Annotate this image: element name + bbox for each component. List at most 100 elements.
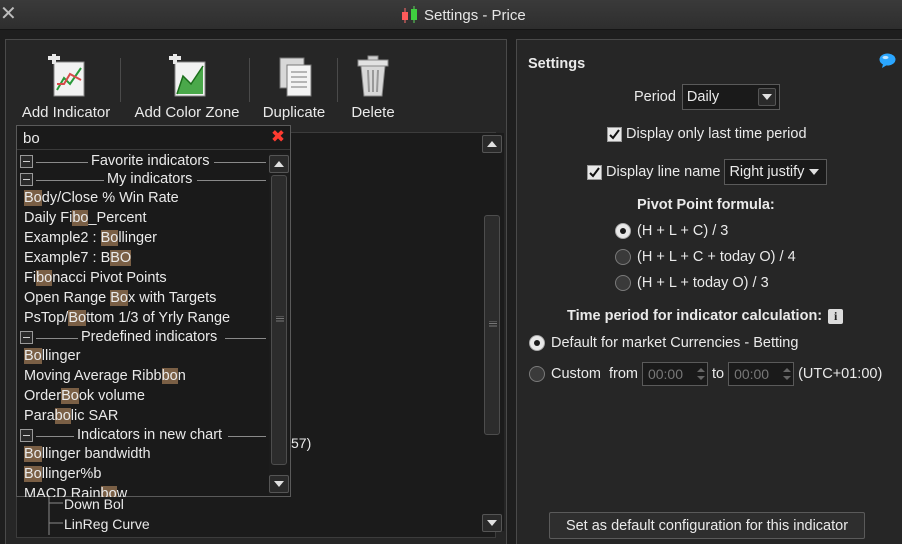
info-icon[interactable]: i <box>828 308 844 324</box>
pivot-heading-text: Pivot Point formula: <box>637 197 775 213</box>
period-value: Daily <box>686 89 720 105</box>
pivot-option[interactable]: (H + L + C) / 3 <box>615 223 728 239</box>
candlestick-icon <box>402 6 417 23</box>
indicator-list-item[interactable]: Bollinger%b <box>24 466 101 486</box>
set-default-button[interactable]: Set as default configuration for this in… <box>549 512 865 539</box>
add-indicator-label: Add Indicator <box>21 104 111 121</box>
pivot-option[interactable]: (H + L + C + today O) / 4 <box>615 249 796 265</box>
indicator-list-item[interactable]: Daily Fibo_Percent <box>24 210 147 230</box>
from-time-input[interactable]: 00:00 <box>641 362 708 386</box>
indicator-list-item[interactable]: Example2 : Bollinger <box>24 230 157 250</box>
tree-item-linreg-curve[interactable]: LinReg Curve <box>64 516 150 532</box>
radio-button[interactable] <box>529 335 545 351</box>
search-input[interactable] <box>23 128 263 148</box>
item-text: Para <box>24 408 55 424</box>
delete-label: Delete <box>351 104 395 121</box>
close-icon[interactable]: ✕ <box>0 3 17 25</box>
search-match-highlight: Bo <box>100 230 119 246</box>
tree-partial-text: 57) <box>291 435 312 451</box>
add-color-zone-button[interactable]: Add Color Zone <box>134 54 240 122</box>
help-bubble-icon[interactable] <box>879 53 896 68</box>
tree-item-down-bol[interactable]: Down Bol <box>64 496 124 512</box>
line-name-label: Display line name <box>606 164 721 180</box>
search-match-highlight: Bo <box>61 388 79 404</box>
group-my-indicators[interactable]: My indicators <box>17 171 269 189</box>
default-option-label: Default for market Currencies - Betting <box>551 335 799 351</box>
tree-scroll-thumb[interactable] <box>484 215 500 435</box>
delete-button[interactable]: Delete <box>349 54 397 122</box>
indicator-list-item[interactable]: PsTop/Bottom 1/3 of Yrly Range <box>24 310 230 330</box>
scroll-down-button[interactable] <box>269 475 289 493</box>
radio-button[interactable] <box>529 366 545 382</box>
period-select[interactable]: Daily <box>681 84 780 110</box>
radio-button[interactable] <box>615 275 631 291</box>
tree-scrollbar[interactable] <box>482 133 504 532</box>
toolbar-separator <box>120 58 121 102</box>
collapse-icon[interactable] <box>20 429 33 442</box>
item-text: nacci Pivot Points <box>52 270 167 286</box>
indicator-list-item[interactable]: Open Range Box with Targets <box>24 290 216 310</box>
indicator-list-item[interactable]: MACD Rainbow <box>24 486 127 497</box>
default-time-option[interactable]: Default for market Currencies - Betting <box>529 335 798 351</box>
group-favorite-indicators[interactable]: Favorite indicators <box>17 153 269 171</box>
radio-button[interactable] <box>615 249 631 265</box>
duplicate-label: Duplicate <box>262 104 326 121</box>
chevron-down-icon <box>757 88 776 106</box>
grip-icon <box>489 321 497 327</box>
pivot-heading: Pivot Point formula: <box>637 197 775 213</box>
line-name-checkbox[interactable] <box>587 164 602 180</box>
item-text: ok volume <box>78 388 145 404</box>
search-match-highlight: Bo <box>24 190 42 206</box>
indicator-list-item[interactable]: Example7 : BBO <box>24 250 132 270</box>
toolbar-separator <box>249 58 250 102</box>
line-name-row: Display line name Right justify <box>587 159 828 185</box>
group-label: Indicators in new chart <box>77 427 223 443</box>
search-results-scrollbar[interactable] <box>269 153 289 495</box>
indicator-list-item[interactable]: Bollinger bandwidth <box>24 446 151 466</box>
search-scroll-thumb[interactable] <box>271 175 287 465</box>
last-period-row: Display only last time period <box>607 126 807 142</box>
collapse-icon[interactable] <box>20 155 33 168</box>
indicator-list-item[interactable]: Moving Average Ribbbon <box>24 368 186 388</box>
search-results-list: Favorite indicators My indicators Body/C… <box>17 153 269 497</box>
indicator-list-item[interactable]: Parabolic SAR <box>24 408 118 428</box>
to-label: to <box>711 366 725 382</box>
pivot-option-label: (H + L + C + today O) / 4 <box>637 249 796 265</box>
duplicate-button[interactable]: Duplicate <box>262 54 326 122</box>
time-heading-text: Time period for indicator calculation: <box>567 308 823 324</box>
indicator-search-popup: ✖ Favorite indicators My indicators Body… <box>16 125 291 497</box>
scroll-up-button[interactable] <box>482 135 502 153</box>
search-match-highlight: Bo <box>68 310 87 326</box>
scroll-down-button[interactable] <box>482 514 502 532</box>
custom-time-option[interactable]: Custom from 00:00 to 00:00 (UTC+01:00) <box>529 362 882 386</box>
divider <box>228 436 266 437</box>
radio-button[interactable] <box>615 223 631 239</box>
divider <box>214 162 266 163</box>
group-predefined-indicators[interactable]: Predefined indicators <box>17 329 269 347</box>
settings-panel: Settings Period Daily Display only last … <box>516 39 902 544</box>
search-match-highlight: Bo <box>24 446 42 462</box>
scroll-up-button[interactable] <box>269 155 289 173</box>
group-indicators-in-new-chart[interactable]: Indicators in new chart <box>17 427 269 445</box>
divider <box>36 338 78 339</box>
last-period-checkbox[interactable] <box>607 126 622 142</box>
pivot-option[interactable]: (H + L + today O) / 3 <box>615 275 769 291</box>
indicator-list-item[interactable]: Body/Close % Win Rate <box>24 190 179 210</box>
search-match-highlight: Bo <box>110 290 129 306</box>
duplicate-icon <box>279 57 312 97</box>
to-time-input[interactable]: 00:00 <box>728 362 795 386</box>
add-indicator-button[interactable]: Add Indicator <box>21 54 111 122</box>
group-label: My indicators <box>107 171 193 187</box>
indicator-list-item[interactable]: Fibonacci Pivot Points <box>24 270 167 290</box>
arrow-down-icon <box>274 481 284 487</box>
justify-select[interactable]: Right justify <box>724 159 828 185</box>
collapse-icon[interactable] <box>20 173 33 186</box>
indicator-list-item[interactable]: OrderBook volume <box>24 388 145 408</box>
item-text: n <box>177 368 186 384</box>
search-match-highlight: bo <box>36 270 53 286</box>
group-label: Predefined indicators <box>81 329 218 345</box>
clear-search-icon[interactable]: ✖ <box>270 128 286 145</box>
indicator-list-item[interactable]: Bollinger <box>24 348 80 368</box>
item-text: llinger <box>41 348 81 364</box>
collapse-icon[interactable] <box>20 331 33 344</box>
